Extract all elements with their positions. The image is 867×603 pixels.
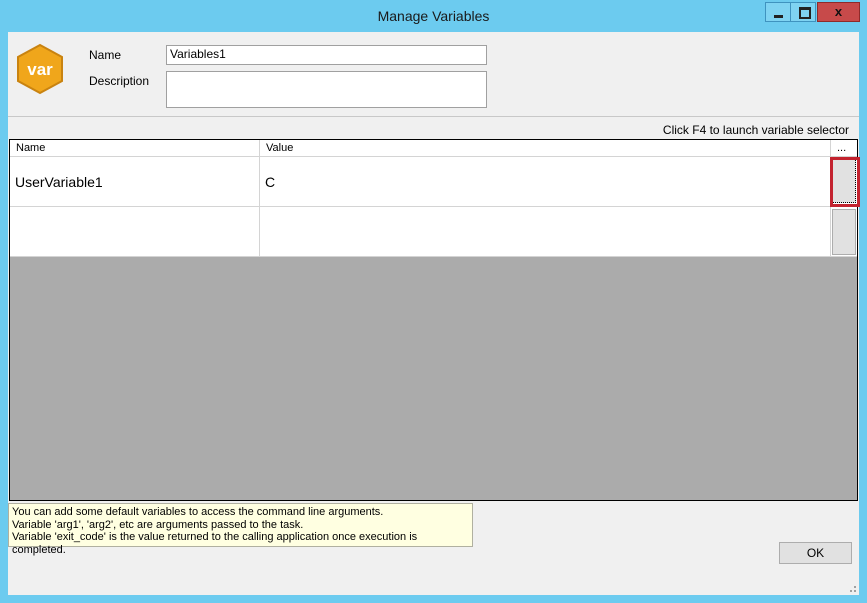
logo-text: var: [27, 60, 53, 79]
info-tooltip: You can add some default variables to ac…: [8, 503, 473, 556]
name-input[interactable]: Variables1: [166, 45, 487, 65]
info-line: You can add some default variables to ac…: [12, 506, 384, 518]
column-header-ellipsis[interactable]: ...: [831, 140, 857, 157]
divider: [8, 116, 859, 117]
ellipsis-cell: [831, 207, 857, 257]
title-bar[interactable]: Manage Variables x: [0, 0, 867, 32]
maximize-icon: [799, 7, 811, 19]
resize-grip-icon[interactable]: [847, 583, 857, 593]
maximize-button[interactable]: [790, 2, 816, 22]
variable-selector-button[interactable]: [832, 209, 856, 255]
window-title: Manage Variables: [377, 8, 490, 24]
variable-value-cell[interactable]: C: [260, 157, 831, 207]
new-variable-value-cell[interactable]: [260, 207, 831, 257]
description-input[interactable]: [166, 71, 487, 108]
highlight-box: [830, 157, 860, 207]
description-label: Description: [89, 74, 150, 88]
name-label: Name: [89, 48, 122, 62]
manage-variables-window: Manage Variables x var Name Variables1 D…: [0, 0, 867, 603]
f4-hint-text: Click F4 to launch variable selector: [662, 123, 849, 137]
close-icon: x: [834, 4, 843, 19]
column-header-name[interactable]: Name: [10, 140, 260, 157]
variables-grid[interactable]: Name Value ... UserVariable1 C: [9, 139, 860, 501]
info-line: Variable 'exit_code' is the value return…: [12, 531, 418, 556]
close-button[interactable]: x: [817, 2, 860, 22]
minimize-button[interactable]: [765, 2, 791, 22]
minimize-icon: [774, 15, 783, 18]
var-logo-icon: var: [17, 43, 63, 95]
column-header-value[interactable]: Value: [260, 140, 831, 157]
dialog-body: var Name Variables1 Description Click F4…: [8, 32, 860, 595]
ok-button[interactable]: OK: [779, 542, 852, 564]
variable-name-cell[interactable]: UserVariable1: [10, 157, 260, 207]
new-variable-name-cell[interactable]: [10, 207, 260, 257]
info-line: Variable 'arg1', 'arg2', etc are argumen…: [12, 518, 304, 531]
